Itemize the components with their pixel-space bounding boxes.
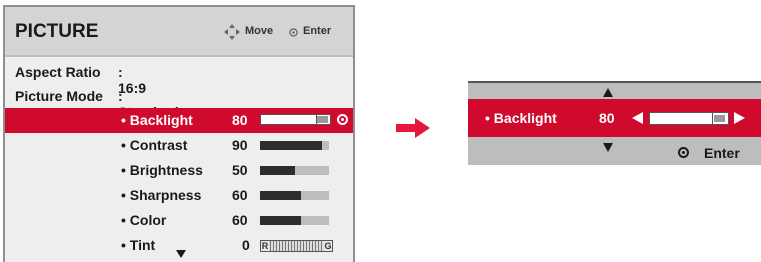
menu-item-value: 50 bbox=[232, 162, 248, 178]
slider-knob[interactable] bbox=[317, 116, 328, 123]
menu-item-label: • Contrast bbox=[121, 137, 188, 153]
enter-hint: Enter bbox=[303, 25, 332, 37]
menu-item-label: • Brightness bbox=[121, 162, 203, 178]
color-slider[interactable] bbox=[260, 216, 329, 225]
tint-green-label: G bbox=[324, 241, 332, 251]
menu-item-label: • Tint bbox=[121, 237, 156, 253]
tint-slider[interactable]: R G bbox=[260, 240, 333, 252]
contrast-slider[interactable] bbox=[260, 141, 329, 150]
transition-arrow-icon bbox=[396, 118, 430, 138]
menu-item-contrast[interactable]: • Contrast 90 bbox=[5, 133, 353, 158]
enter-icon bbox=[289, 28, 298, 37]
tint-red-label: R bbox=[261, 241, 269, 251]
popup-item-value: 80 bbox=[599, 110, 615, 126]
menu-item-sharpness[interactable]: • Sharpness 60 bbox=[5, 183, 353, 208]
popup-selected-row[interactable]: • Backlight 80 bbox=[468, 99, 761, 137]
slider-fill bbox=[260, 216, 302, 225]
picture-menu: PICTURE Move Enter Aspect Ratio : 16:9 P… bbox=[3, 5, 355, 262]
brightness-slider[interactable] bbox=[260, 166, 329, 175]
move-hint: Move bbox=[245, 25, 274, 37]
menu-item-value: 90 bbox=[232, 137, 248, 153]
aspect-ratio-row[interactable]: Aspect Ratio : 16:9 bbox=[15, 64, 146, 96]
menu-item-value: 0 bbox=[242, 237, 250, 253]
menu-item-label: • Backlight bbox=[121, 112, 193, 128]
menu-item-label: • Color bbox=[121, 212, 167, 228]
menu-item-color[interactable]: • Color 60 bbox=[5, 208, 353, 233]
enter-icon bbox=[337, 114, 348, 125]
scroll-down-arrow-icon[interactable] bbox=[176, 250, 186, 258]
menu-item-brightness[interactable]: • Brightness 50 bbox=[5, 158, 353, 183]
down-arrow-icon[interactable] bbox=[603, 143, 613, 152]
slider-fill bbox=[261, 115, 318, 124]
slider-fill bbox=[260, 141, 323, 150]
menu-header: PICTURE Move Enter bbox=[5, 7, 353, 57]
sharpness-slider[interactable] bbox=[260, 191, 329, 200]
slider-fill bbox=[260, 191, 302, 200]
menu-item-backlight[interactable]: • Backlight 80 bbox=[5, 108, 353, 133]
move-icon bbox=[224, 24, 240, 40]
decrease-arrow-icon[interactable] bbox=[632, 112, 643, 124]
picture-mode-label: Picture Mode bbox=[15, 88, 103, 104]
menu-item-value: 60 bbox=[232, 212, 248, 228]
menu-item-value: 80 bbox=[232, 112, 248, 128]
increase-arrow-icon[interactable] bbox=[734, 112, 745, 124]
menu-title: PICTURE bbox=[15, 21, 99, 42]
backlight-adjust-popup: • Backlight 80 Enter bbox=[468, 81, 761, 165]
popup-item-label: • Backlight bbox=[485, 110, 557, 126]
popup-enter-hint: Enter bbox=[704, 145, 740, 161]
menu-item-value: 60 bbox=[232, 187, 248, 203]
up-arrow-icon[interactable] bbox=[603, 88, 613, 97]
enter-icon bbox=[678, 147, 689, 158]
popup-top-bar bbox=[468, 81, 761, 99]
slider-knob[interactable] bbox=[714, 115, 725, 122]
slider-fill bbox=[650, 113, 714, 124]
picture-mode-row[interactable]: Picture Mode : Standard bbox=[15, 88, 179, 120]
menu-item-label: • Sharpness bbox=[121, 187, 202, 203]
backlight-slider[interactable] bbox=[260, 114, 331, 125]
aspect-ratio-label: Aspect Ratio bbox=[15, 64, 101, 80]
slider-fill bbox=[260, 166, 295, 175]
popup-backlight-slider[interactable] bbox=[649, 112, 729, 125]
